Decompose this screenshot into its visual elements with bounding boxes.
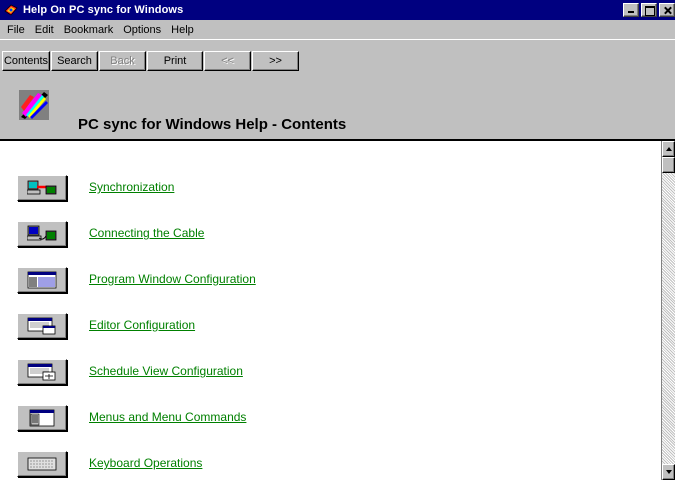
search-button[interactable]: Search: [51, 51, 98, 71]
list-item: Program Window Configuration: [0, 267, 660, 307]
synchronization-button[interactable]: [17, 175, 67, 201]
program-window-icon: [27, 271, 57, 289]
editor-config-button[interactable]: [17, 313, 67, 339]
minimize-button[interactable]: [623, 3, 639, 17]
maximize-button[interactable]: [641, 3, 657, 17]
menu-bookmark[interactable]: Bookmark: [59, 24, 119, 36]
editor-window-icon: [27, 317, 56, 335]
keyboard-operations-button[interactable]: [17, 451, 67, 477]
print-button[interactable]: Print: [147, 51, 203, 71]
sync-computers-icon: [27, 180, 57, 195]
list-item: Editor Configuration: [0, 313, 660, 353]
previous-button[interactable]: <<: [204, 51, 251, 71]
menu-options[interactable]: Options: [118, 24, 166, 36]
menu-file[interactable]: File: [2, 24, 30, 36]
help-contents-book-icon: [19, 90, 49, 120]
list-item: Connecting the Cable: [0, 221, 660, 261]
menu-edit[interactable]: Edit: [30, 24, 59, 36]
cable-computer-icon: [27, 225, 57, 241]
connecting-cable-button[interactable]: [17, 221, 67, 247]
menu-window-icon: [29, 409, 55, 427]
back-button[interactable]: Back: [99, 51, 146, 71]
schedule-window-icon: [27, 363, 56, 381]
scroll-thumb[interactable]: [662, 157, 675, 173]
topic-link-keyboard-operations[interactable]: Keyboard Operations: [89, 456, 202, 470]
close-button[interactable]: [659, 3, 675, 17]
topic-link-menus-commands[interactable]: Menus and Menu Commands: [89, 410, 246, 424]
schedule-view-button[interactable]: [17, 359, 67, 385]
window-title: Help On PC sync for Windows: [23, 4, 184, 16]
list-item: Keyboard Operations: [0, 451, 660, 480]
topic-link-schedule-view[interactable]: Schedule View Configuration: [89, 364, 243, 378]
next-button[interactable]: >>: [252, 51, 299, 71]
button-bar: Contents Search Back Print << >>: [0, 39, 675, 71]
menu-bar: File Edit Bookmark Options Help: [0, 20, 675, 39]
help-book-icon[interactable]: [3, 2, 19, 18]
topic-link-synchronization[interactable]: Synchronization: [89, 180, 174, 194]
list-item: Synchronization: [0, 175, 660, 215]
title-bar: Help On PC sync for Windows: [0, 0, 675, 20]
scroll-up-button[interactable]: [662, 141, 675, 157]
menus-commands-button[interactable]: [17, 405, 67, 431]
vertical-scrollbar[interactable]: [661, 141, 675, 480]
list-item: Menus and Menu Commands: [0, 405, 660, 445]
program-window-button[interactable]: [17, 267, 67, 293]
menu-help[interactable]: Help: [166, 24, 199, 36]
topic-link-program-window[interactable]: Program Window Configuration: [89, 272, 256, 286]
keyboard-icon: [27, 457, 57, 471]
topic-link-editor-config[interactable]: Editor Configuration: [89, 318, 195, 332]
list-item: Schedule View Configuration: [0, 359, 660, 399]
page-title: PC sync for Windows Help - Contents: [78, 116, 347, 133]
topic-link-connecting-cable[interactable]: Connecting the Cable: [89, 226, 204, 240]
contents-list: Synchronization Connecting the Cable Pro: [0, 141, 661, 480]
contents-button[interactable]: Contents: [2, 51, 50, 71]
topic-header: PC sync for Windows Help - Contents: [0, 71, 675, 141]
scroll-down-button[interactable]: [662, 464, 675, 480]
